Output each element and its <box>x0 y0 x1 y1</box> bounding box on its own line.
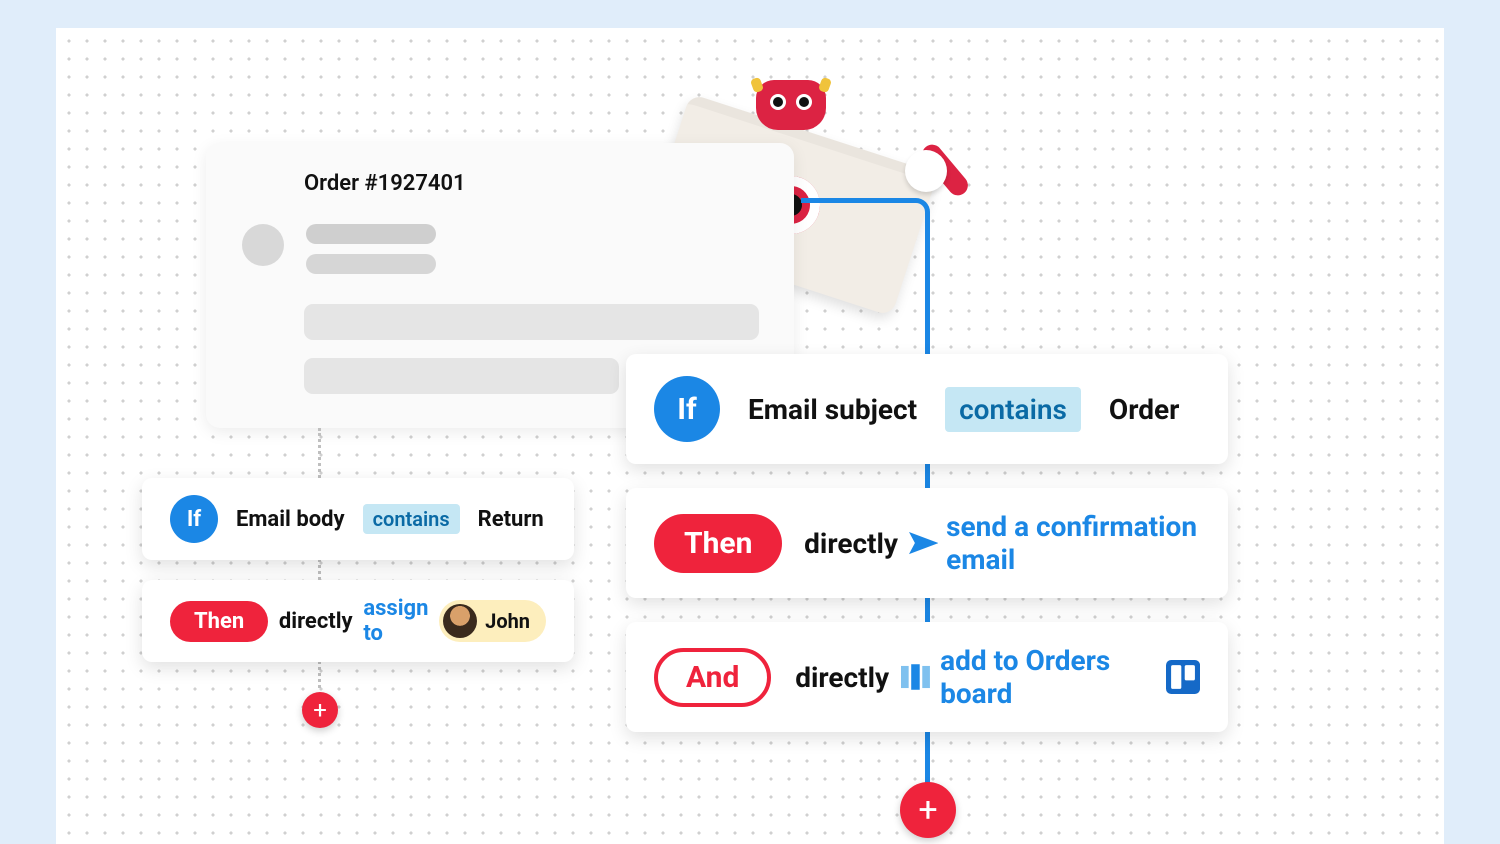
rule-then-card-left[interactable]: Then directly assign to John <box>142 580 574 662</box>
add-step-button[interactable]: + <box>302 692 338 728</box>
rule-and-card-right[interactable]: And directly add to Orders board <box>626 622 1228 732</box>
if-badge: If <box>170 495 218 543</box>
if-value: Return <box>478 507 544 532</box>
placeholder-line <box>306 224 436 244</box>
if-field: Email body <box>236 507 345 532</box>
then-badge: Then <box>654 514 782 573</box>
plus-icon: + <box>918 790 937 830</box>
placeholder-line <box>306 254 436 274</box>
automation-canvas[interactable]: Order #1927401 If Email body contains Re… <box>56 28 1444 844</box>
rule-then-card-right[interactable]: Then directly send a confirmation email <box>626 488 1228 598</box>
placeholder-body-line <box>304 304 759 340</box>
connector-horizontal <box>801 198 913 203</box>
rule-if-card-left[interactable]: If Email body contains Return <box>142 478 574 560</box>
assignee-chip[interactable]: John <box>439 600 546 642</box>
plus-icon: + <box>313 696 327 724</box>
and-action[interactable]: add to Orders board <box>940 644 1152 710</box>
if-badge: If <box>654 376 720 442</box>
sender-avatar-placeholder <box>242 224 284 266</box>
add-step-button[interactable]: + <box>900 782 956 838</box>
send-icon <box>909 528 939 558</box>
if-operator[interactable]: contains <box>945 387 1081 432</box>
and-badge: And <box>654 648 771 707</box>
if-value: Order <box>1109 393 1179 426</box>
if-operator[interactable]: contains <box>363 504 460 534</box>
email-subject: Order #1927401 <box>304 171 758 196</box>
if-field: Email subject <box>748 393 917 426</box>
then-badge: Then <box>170 601 268 642</box>
trello-icon <box>1166 657 1200 697</box>
then-adverb: directly <box>279 609 353 634</box>
then-action[interactable]: send a confirmation email <box>946 510 1200 576</box>
assignee-name: John <box>485 609 530 633</box>
rule-if-card-right[interactable]: If Email subject contains Order <box>626 354 1228 464</box>
placeholder-body-line <box>304 358 619 394</box>
assignee-avatar <box>443 604 477 638</box>
and-adverb: directly <box>795 661 889 694</box>
board-columns-icon <box>901 662 930 692</box>
then-adverb: directly <box>804 527 898 560</box>
then-action[interactable]: assign to <box>363 596 428 646</box>
